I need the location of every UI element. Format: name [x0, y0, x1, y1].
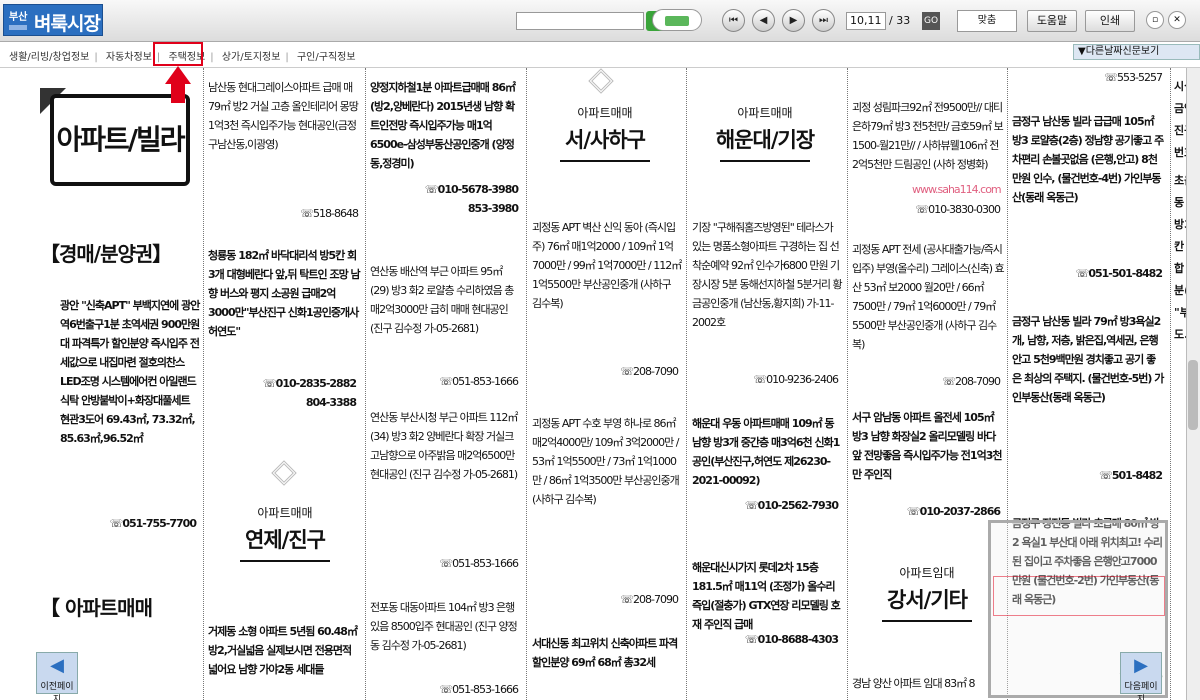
phone-number: ☏208-7090 — [942, 375, 1001, 388]
listing-ad: 기장 "구해줘홈즈방영된" 테라스가 있는 명품소형아파트 구경하는 집 선착순… — [692, 221, 843, 329]
phone-number: ☏010-2562-7930 — [744, 499, 839, 512]
phone-number: ☏501-8482 — [1099, 469, 1163, 482]
close-icon[interactable]: ✕ — [1168, 11, 1186, 29]
listing-ad: 전포동 대동아파트 104㎡ 방3 은행있음 8500입주 현대공인 (진구 양… — [370, 601, 518, 652]
listing-ad: 남산동 현대그레이스아파트 급매 매 79㎡ 방2 거실 고층 올인테리어 몽땅… — [208, 81, 359, 151]
newspaper-page: 아파트/빌라 【경매/분양권】 광안 "신축APT" 부백지연에 광안역6번출구… — [0, 68, 1200, 700]
auction-heading: 【경매/분양권】 — [40, 242, 172, 266]
heading-underline — [560, 160, 650, 162]
section-title-box: 아파트/빌라 — [50, 94, 190, 186]
book-icon[interactable] — [652, 9, 702, 31]
listing-ad: 청룡동 182㎡ 바닥대리석 방5칸 회3개 대형베란다 앞,뒤 탁트인 조망 … — [208, 249, 361, 338]
listing-ad: 연산동 배산역 부근 아파트 95㎡ (29) 방3 화2 로얄층 수리하였음 … — [370, 265, 514, 335]
listing-ad: 괴정동 APT 수호 부영 하나로 86㎡ 매2억4000만/ 109㎡ 3억2… — [532, 417, 680, 506]
listing-ad: 금정구 남산동 빌라 79㎡ 방3욕실2개, 남향, 저층, 밝은집,역세권, … — [1012, 315, 1164, 404]
phone-number: ☏051-853-1666 — [439, 375, 519, 388]
heading-underline — [720, 160, 810, 162]
website-link[interactable]: www.saha114.com — [912, 183, 1002, 196]
logo-title: 벼룩시장 — [34, 13, 101, 35]
column-divider — [365, 68, 366, 700]
prev-page-icon[interactable]: ◀ — [752, 9, 775, 32]
logo-region: 부산 — [9, 12, 28, 23]
phone-number: ☏051-755-7700 — [109, 517, 197, 530]
phone-number: ☏010-3830-0300 — [915, 203, 1001, 216]
help-button[interactable]: 도움말 — [1027, 10, 1077, 32]
first-page-icon[interactable]: ⏮ — [722, 9, 745, 32]
ornament-icon — [271, 460, 297, 486]
section-heading: 연제/진구 — [245, 528, 326, 552]
category-store-land[interactable]: 상가/토지정보 — [219, 48, 284, 63]
busan-flea-market-logo[interactable]: 부산 벼룩시장 — [3, 4, 103, 36]
viewer-toolbar: 부산 벼룩시장 검색 ⏮ ◀ ▶ ⏭ 10,11 / 33 GO 맞춤 도움말 … — [0, 0, 1200, 42]
phone-number: ☏208-7090 — [620, 365, 679, 378]
section-heading: 해운대/기장 — [715, 128, 815, 152]
listing-ad: 양정지하철1분 아파트급매매 86㎡ (방2,양베란다) 2015년생 남향 확… — [370, 81, 516, 170]
category-living[interactable]: 생활/리빙/창업정보 — [6, 48, 92, 63]
category-jobs[interactable]: 구인/구직정보 — [294, 48, 359, 63]
phone-number: 853-3980 — [467, 202, 519, 215]
print-button[interactable]: 인쇄 — [1085, 10, 1135, 32]
listing-ad: 괴정동 APT 전세 (공사대출가능/즉시입주) 부영(올수리) 그레이스(신축… — [852, 243, 1005, 351]
listing-ad: 괴정동 APT 벽산 신익 동아 (즉시입주) 76㎡ 매1억2000 / 10… — [532, 221, 682, 310]
section-heading: 강서/기타 — [887, 588, 968, 612]
listing-ad: 거제동 소형 아파트 5년됨 60.48㎡ 방2,거실넓음 실제보시면 전용면적… — [208, 625, 358, 676]
column-divider — [686, 68, 687, 700]
listing-ad: 금정구 남산동 빌라 급급매 105㎡ 방3 로얄층(2층) 정남향 공기좋고 … — [1012, 115, 1164, 204]
minimize-icon[interactable]: ▫ — [1146, 11, 1164, 29]
phone-number: 804-3388 — [305, 396, 357, 409]
page-total: / 33 — [889, 14, 911, 27]
zoom-control[interactable]: 맞춤 — [957, 10, 1017, 32]
category-car[interactable]: 자동차정보 — [103, 48, 155, 63]
phone-number: ☏010-2835-2882 — [262, 377, 357, 390]
next-page-button[interactable]: ▶ 다음페이지 — [1120, 652, 1162, 700]
phone-number: ☏010-9236-2406 — [753, 373, 839, 386]
phone-number: ☏051-501-8482 — [1075, 267, 1163, 280]
phone-number: ☏051-853-1666 — [439, 557, 519, 570]
section-subheading: 아파트매매 — [737, 106, 793, 120]
phone-number: ☏553-5257 — [1104, 71, 1163, 84]
phone-number: ☏208-7090 — [620, 593, 679, 606]
column-divider — [1170, 68, 1171, 700]
column-divider — [526, 68, 527, 700]
phone-number: ☏010-2037-2866 — [906, 505, 1001, 518]
phone-number: ☏518-8648 — [300, 207, 359, 220]
section-heading: 서/사하구 — [565, 128, 646, 152]
listing-ad: 해운대신시가지 롯데2차 15층 181.5㎡ 매11억 (조정가) 올수리 즉… — [692, 561, 841, 631]
phone-number: ☏010-8688-4303 — [744, 633, 839, 646]
red-arrow-stem — [171, 83, 185, 103]
section-subheading: 아파트임대 — [899, 566, 955, 580]
listing-ad: 해운대 우동 아파트매매 109㎡ 동남향 방3개 중간층 매3억6천 신화1공… — [692, 417, 840, 487]
page-number-input[interactable]: 10,11 — [846, 12, 886, 30]
heading-underline — [240, 560, 330, 562]
red-arrow-icon — [165, 66, 191, 84]
scrollbar-thumb[interactable] — [1188, 360, 1198, 430]
prev-page-button[interactable]: ◀ 이전페이지 — [36, 652, 78, 700]
column-divider — [847, 68, 848, 700]
listing-ad: 서대신동 최고위치 신축아파트 파격할인분양 69㎡ 68㎡ 총32세 — [532, 637, 678, 669]
listing-ad: 광안 "신축APT" 부백지연에 광안역6번출구1분 초역세권 900만원대 파… — [60, 299, 200, 445]
section-subheading: 아파트매매 — [257, 506, 313, 520]
phone-number: ☏051-853-1666 — [439, 683, 519, 696]
apt-trade-heading: 【 아파트매매 — [40, 596, 153, 620]
search-input[interactable] — [516, 12, 644, 30]
ornament-icon — [588, 68, 614, 94]
column-divider — [203, 68, 204, 700]
next-page-icon[interactable]: ▶ — [782, 9, 805, 32]
selected-category-highlight — [153, 42, 203, 66]
listing-ad: 경남 양산 아파트 임대 83㎡ 8 — [852, 677, 976, 690]
heading-underline — [882, 620, 972, 622]
section-subheading: 아파트매매 — [577, 106, 633, 120]
go-button[interactable]: GO — [922, 12, 940, 30]
other-date-paper-button[interactable]: ▼다른날짜신문보기 — [1073, 44, 1200, 60]
listing-ad: 서구 암남동 아파트 올전세 105㎡ 방3 남향 화장실2 올리모델링 바다앞… — [852, 411, 1002, 481]
listing-ad: 괴정 성림파크92㎡ 전9500만// 대티은하79㎡ 방3 전5천만/ 금호5… — [852, 101, 1004, 171]
logo-subtitle — [9, 25, 27, 30]
thumbnail-viewport[interactable] — [993, 576, 1165, 616]
phone-number: ☏010-5678-3980 — [424, 183, 519, 196]
last-page-icon[interactable]: ⏭ — [812, 9, 835, 32]
listing-ad: 연산동 부산시청 부근 아파트 112㎡ (34) 방3 화2 양베란다 확장 … — [370, 411, 518, 481]
